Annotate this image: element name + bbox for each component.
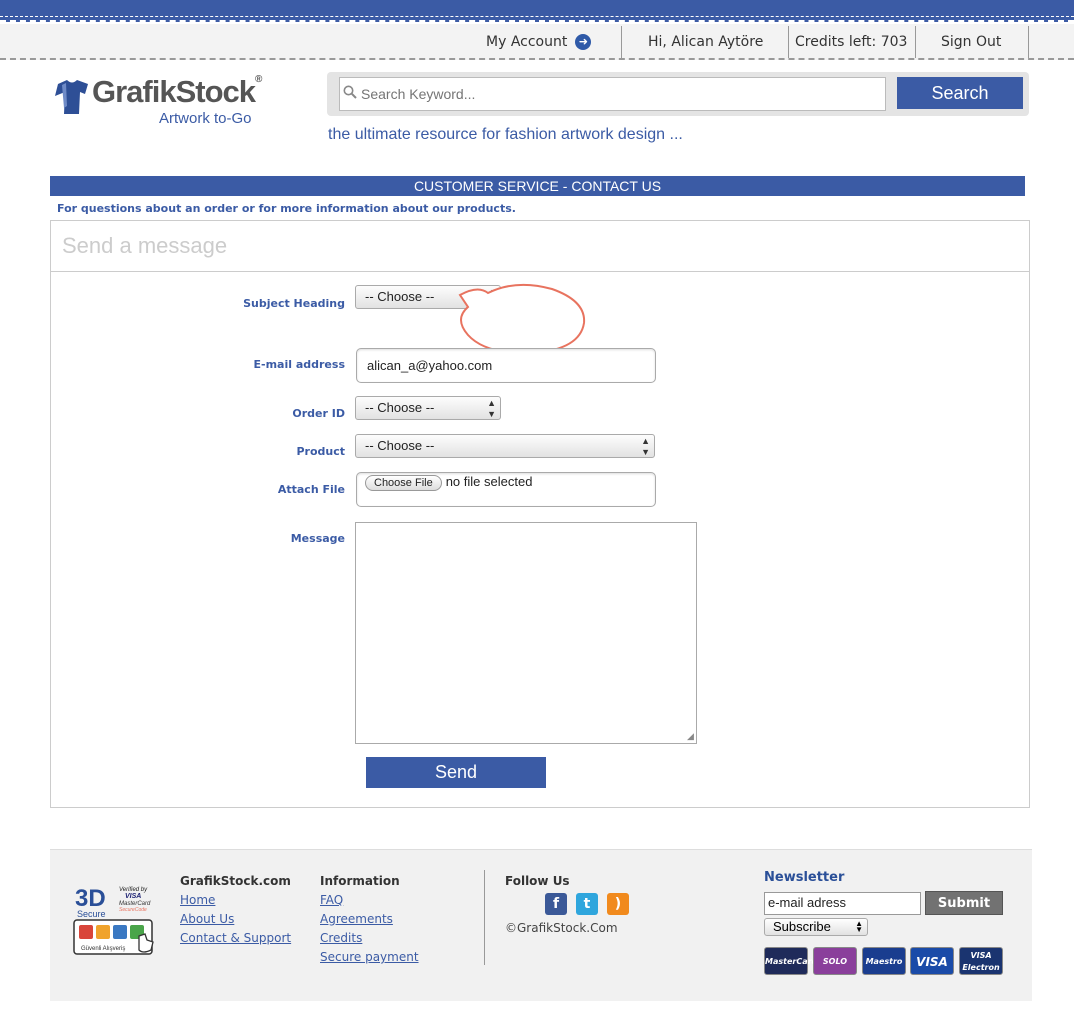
visa-electron-icon: VISA Electron: [959, 947, 1003, 975]
credits-left: Credits left: 703: [795, 34, 908, 50]
footer-link-agreements[interactable]: Agreements: [320, 912, 419, 926]
facebook-icon[interactable]: f: [545, 893, 567, 915]
search-input[interactable]: [340, 78, 885, 110]
footer-col-grafikstock: GrafikStock.com Home About Us Contact & …: [180, 874, 291, 950]
visa-icon: VISA: [910, 947, 954, 975]
greeting: Hi, Alican Aytöre: [648, 34, 764, 50]
newsletter-submit-button[interactable]: Submit: [925, 891, 1003, 915]
logo-tagline: Artwork to-Go: [159, 110, 252, 127]
attach-file-label: Attach File: [277, 483, 345, 496]
slogan: the ultimate resource for fashion artwor…: [328, 126, 683, 143]
subject-heading-label: Subject Heading: [243, 297, 345, 310]
user-bar: My Account ➜ Hi, Alican Aytöre Credits le…: [0, 24, 1074, 60]
subject-heading-select[interactable]: -- Choose -- ▲ ▼: [355, 285, 501, 309]
chevron-updown-icon: ▲ ▼: [487, 398, 496, 419]
message-label: Message: [290, 532, 345, 545]
panel-title: Send a message: [51, 221, 1029, 272]
footer-link-about-us[interactable]: About Us: [180, 912, 291, 926]
footer-link-credits[interactable]: Credits: [320, 931, 419, 945]
logo-brand: GrafikStock®: [92, 74, 262, 109]
sign-out-link[interactable]: Sign Out: [929, 28, 1013, 56]
section-title: CUSTOMER SERVICE - CONTACT US: [50, 176, 1025, 196]
newsletter-email-input[interactable]: e-mail adress: [764, 892, 921, 915]
divider: [1028, 26, 1029, 58]
svg-text:Secure: Secure: [77, 909, 106, 919]
section-subtitle: For questions about an order or for more…: [57, 202, 516, 215]
search-field: [339, 77, 886, 111]
message-textarea[interactable]: [355, 522, 697, 744]
chevron-updown-icon: ▲ ▼: [641, 436, 650, 457]
send-button[interactable]: Send: [366, 757, 546, 788]
svg-text:Güvenli Alışveriş: Güvenli Alışveriş: [81, 946, 125, 952]
product-label: Product: [296, 445, 345, 458]
file-status: no file selected: [445, 474, 533, 489]
footer-col-information: Information FAQ Agreements Credits Secur…: [320, 874, 419, 969]
subject-heading-value: -- Choose --: [365, 289, 435, 304]
footer: 3D Secure Verified by VISA MasterCard Se…: [50, 849, 1032, 1001]
search-icon: [343, 85, 357, 103]
my-account-label: My Account: [486, 34, 568, 50]
contact-form-panel: Send a message Subject Heading -- Choose…: [50, 220, 1030, 808]
svg-text:VISA: VISA: [125, 893, 141, 900]
my-account-link[interactable]: My Account ➜: [474, 28, 603, 56]
chevron-updown-icon: ▲ ▼: [855, 919, 863, 934]
svg-text:SecureCode: SecureCode: [119, 907, 147, 913]
newsletter-subscribe-select[interactable]: Subscribe ▲ ▼: [764, 918, 868, 936]
order-id-value: -- Choose --: [365, 400, 435, 415]
footer-heading: Information: [320, 874, 400, 888]
secure-badge: 3D Secure Verified by VISA MasterCard Se…: [73, 880, 157, 956]
divider: [621, 26, 622, 58]
order-id-label: Order ID: [292, 407, 345, 420]
maestro-icon: Maestro: [862, 947, 906, 975]
copyright: ©GrafikStock.Com: [505, 921, 618, 935]
footer-link-faq[interactable]: FAQ: [320, 893, 419, 907]
twitter-icon[interactable]: t: [576, 893, 598, 915]
footer-heading: Follow Us: [505, 874, 570, 888]
chevron-updown-icon: ▲ ▼: [487, 287, 496, 308]
resize-grip-icon[interactable]: ◢: [687, 732, 694, 742]
logo[interactable]: GrafikStock® Artwork to-Go: [52, 74, 292, 134]
footer-link-contact-support[interactable]: Contact & Support: [180, 931, 291, 945]
attach-file-field: Choose File no file selected: [356, 472, 656, 507]
svg-text:3D: 3D: [75, 885, 106, 912]
product-select[interactable]: -- Choose -- ▲ ▼: [355, 434, 655, 458]
footer-link-secure-payment[interactable]: Secure payment: [320, 950, 419, 964]
footer-col-follow: Follow Us f t) ©GrafikStock.Com: [505, 874, 638, 935]
mastercard-icon: MasterCard: [764, 947, 817, 975]
search-bar: Search: [327, 72, 1029, 116]
arrow-right-icon: ➜: [575, 34, 592, 50]
order-id-select[interactable]: -- Choose -- ▲ ▼: [355, 396, 501, 420]
footer-divider: [484, 870, 485, 965]
email-field[interactable]: alican_a@yahoo.com: [356, 348, 656, 383]
footer-link-home[interactable]: Home: [180, 893, 291, 907]
choose-file-button[interactable]: Choose File: [365, 475, 442, 491]
newsletter-subscribe-value: Subscribe: [773, 919, 831, 934]
email-label: E-mail address: [253, 358, 346, 371]
product-value: -- Choose --: [365, 438, 435, 453]
solo-icon: SOLO: [813, 947, 857, 975]
newsletter-heading: Newsletter: [764, 870, 845, 885]
divider: [915, 26, 916, 58]
search-button[interactable]: Search: [897, 77, 1023, 109]
rss-icon[interactable]: ): [607, 893, 629, 915]
top-stripe: [0, 0, 1074, 22]
footer-heading: GrafikStock.com: [180, 874, 291, 888]
tshirt-icon: [55, 80, 88, 114]
